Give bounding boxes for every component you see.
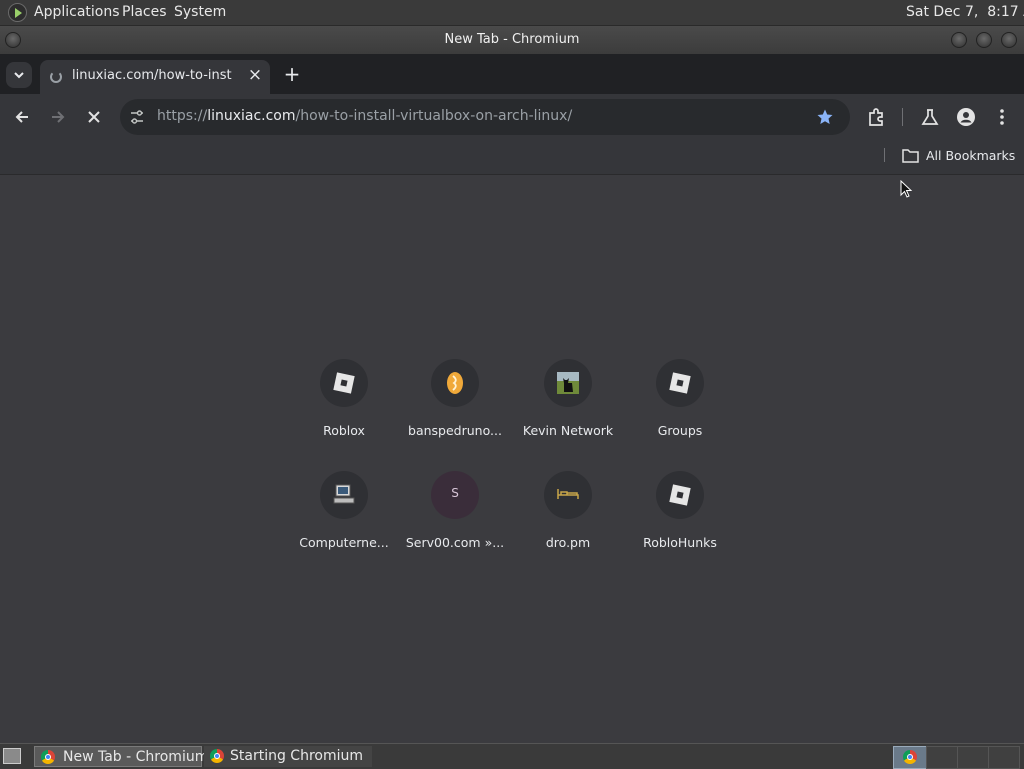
toolbar-divider <box>902 108 903 126</box>
menu-applications[interactable]: Applications <box>34 4 120 20</box>
url-text[interactable]: https://linuxiac.com/how-to-install-virt… <box>157 108 572 124</box>
taskbar: New Tab - Chromium Starting Chromium <box>0 743 1024 769</box>
computer-icon <box>333 484 355 504</box>
shortcut-tile[interactable]: Kevin Network <box>512 359 624 459</box>
menu-system[interactable]: System <box>174 4 226 20</box>
back-icon[interactable] <box>12 107 32 127</box>
chevron-down-icon <box>14 72 24 79</box>
extensions-icon[interactable] <box>866 107 886 127</box>
bed-icon <box>557 489 579 499</box>
shortcut-tile[interactable]: dro.pm <box>512 471 624 571</box>
shortcut-tile[interactable]: RobloHunks <box>624 471 736 571</box>
window-title: New Tab - Chromium <box>444 32 580 47</box>
shortcut-tile[interactable]: Computerne... <box>288 471 400 571</box>
tab-active[interactable]: linuxiac.com/how-to-install- × <box>40 60 270 94</box>
profile-avatar-icon[interactable] <box>956 107 976 127</box>
bookmark-star-icon[interactable] <box>816 108 834 126</box>
menu-kebab-icon[interactable] <box>992 107 1012 127</box>
menu-places[interactable]: Places <box>122 4 167 20</box>
bookmarks-divider <box>884 148 885 162</box>
workspace-3[interactable] <box>957 746 989 769</box>
shortcut-label: Computerne... <box>299 535 389 550</box>
window-menu-icon[interactable] <box>5 32 21 48</box>
shortcut-label: banspedruno... <box>408 423 502 438</box>
labs-flask-icon[interactable] <box>920 107 940 127</box>
roblox-icon <box>669 372 691 394</box>
shortcut-label: Kevin Network <box>522 423 614 438</box>
minimize-icon[interactable] <box>951 32 967 48</box>
workspace-4[interactable] <box>988 746 1020 769</box>
top-panel: Applications Places System Sat Dec 7, 8:… <box>0 0 1024 26</box>
shortcut-label: RobloHunks <box>643 535 717 550</box>
chromium-icon <box>41 750 55 764</box>
shortcut-label: Roblox <box>323 423 365 438</box>
chromium-icon <box>210 749 224 763</box>
clock[interactable]: Sat Dec 7, 8:17 AM <box>906 4 1024 20</box>
workspace-2[interactable] <box>926 746 958 769</box>
shortcut-tile[interactable]: banspedruno... <box>399 359 511 459</box>
tab-search-button[interactable] <box>6 62 32 88</box>
url-path: /how-to-install-virtualbox-on-arch-linux… <box>295 108 573 124</box>
forward-icon[interactable] <box>48 107 68 127</box>
letter-s-icon: S <box>451 486 459 500</box>
new-tab-page: Roblox banspedruno... Kevin Network Grou… <box>0 175 1024 743</box>
task-starting-chromium[interactable]: Starting Chromium <box>204 746 372 767</box>
url-host: linuxiac.com <box>207 108 296 124</box>
new-tab-button[interactable]: + <box>282 62 302 86</box>
loading-spinner-icon <box>50 71 62 83</box>
applications-logo-icon[interactable] <box>8 3 27 22</box>
roblox-icon <box>669 484 691 506</box>
shortcut-label: Groups <box>657 423 703 438</box>
folder-icon <box>902 149 919 163</box>
task-new-tab-chromium[interactable]: New Tab - Chromium <box>34 746 208 767</box>
shortcut-tile[interactable]: S Serv00.com »... <box>399 471 511 571</box>
bookmarks-bar: All Bookmarks <box>0 140 1024 175</box>
bean-icon <box>447 372 463 394</box>
all-bookmarks-label: All Bookmarks <box>926 148 1016 163</box>
mouse-cursor-icon <box>900 180 913 198</box>
window-titlebar[interactable]: New Tab - Chromium <box>0 26 1024 54</box>
site-info-icon[interactable] <box>128 108 146 126</box>
tab-title: linuxiac.com/how-to-install- <box>72 68 232 83</box>
close-window-icon[interactable] <box>1001 32 1017 48</box>
show-desktop-icon[interactable] <box>3 748 21 764</box>
stop-loading-icon[interactable] <box>84 107 104 127</box>
url-scheme: https:// <box>157 108 208 124</box>
task-label: Starting Chromium <box>230 748 363 764</box>
cat-photo-icon <box>557 372 579 394</box>
shortcut-label: Serv00.com »... <box>405 535 505 550</box>
workspace-1[interactable] <box>893 746 927 769</box>
shortcut-tile[interactable]: Roblox <box>288 359 400 459</box>
all-bookmarks-button[interactable]: All Bookmarks <box>898 144 1016 168</box>
roblox-icon <box>333 372 355 394</box>
shortcut-label: dro.pm <box>545 535 591 550</box>
shortcut-tile[interactable]: Groups <box>624 359 736 459</box>
maximize-icon[interactable] <box>976 32 992 48</box>
chromium-icon <box>903 750 917 764</box>
address-bar[interactable]: https://linuxiac.com/how-to-install-virt… <box>120 99 850 135</box>
task-label: New Tab - Chromium <box>63 749 209 765</box>
tab-close-icon[interactable]: × <box>245 65 265 85</box>
